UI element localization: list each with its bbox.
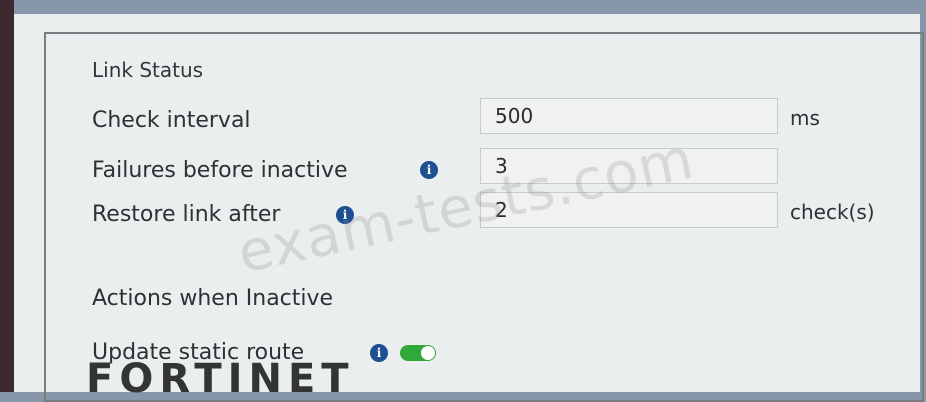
toggle-knob bbox=[421, 346, 435, 360]
restore-link-after-label: Restore link after bbox=[92, 202, 281, 227]
left-edge bbox=[0, 0, 14, 392]
update-static-route-toggle[interactable] bbox=[400, 345, 436, 361]
fortinet-logo: FORTINET bbox=[86, 356, 355, 402]
link-status-frame: Link Status Check interval 500 ms Failur… bbox=[44, 32, 924, 402]
settings-panel: Link Status Check interval 500 ms Failur… bbox=[14, 14, 924, 402]
restore-link-after-unit: check(s) bbox=[790, 200, 875, 224]
check-interval-label: Check interval bbox=[92, 108, 251, 133]
info-icon[interactable]: i bbox=[420, 161, 438, 179]
link-status-title: Link Status bbox=[92, 58, 204, 82]
check-interval-input[interactable]: 500 bbox=[480, 98, 778, 134]
actions-when-inactive-title: Actions when Inactive bbox=[92, 286, 334, 311]
failures-before-inactive-input[interactable]: 3 bbox=[480, 148, 778, 184]
info-icon[interactable]: i bbox=[336, 206, 354, 224]
info-icon[interactable]: i bbox=[370, 344, 388, 362]
check-interval-unit: ms bbox=[790, 106, 820, 130]
failures-before-inactive-label: Failures before inactive bbox=[92, 158, 348, 183]
restore-link-after-input[interactable]: 2 bbox=[480, 192, 778, 228]
